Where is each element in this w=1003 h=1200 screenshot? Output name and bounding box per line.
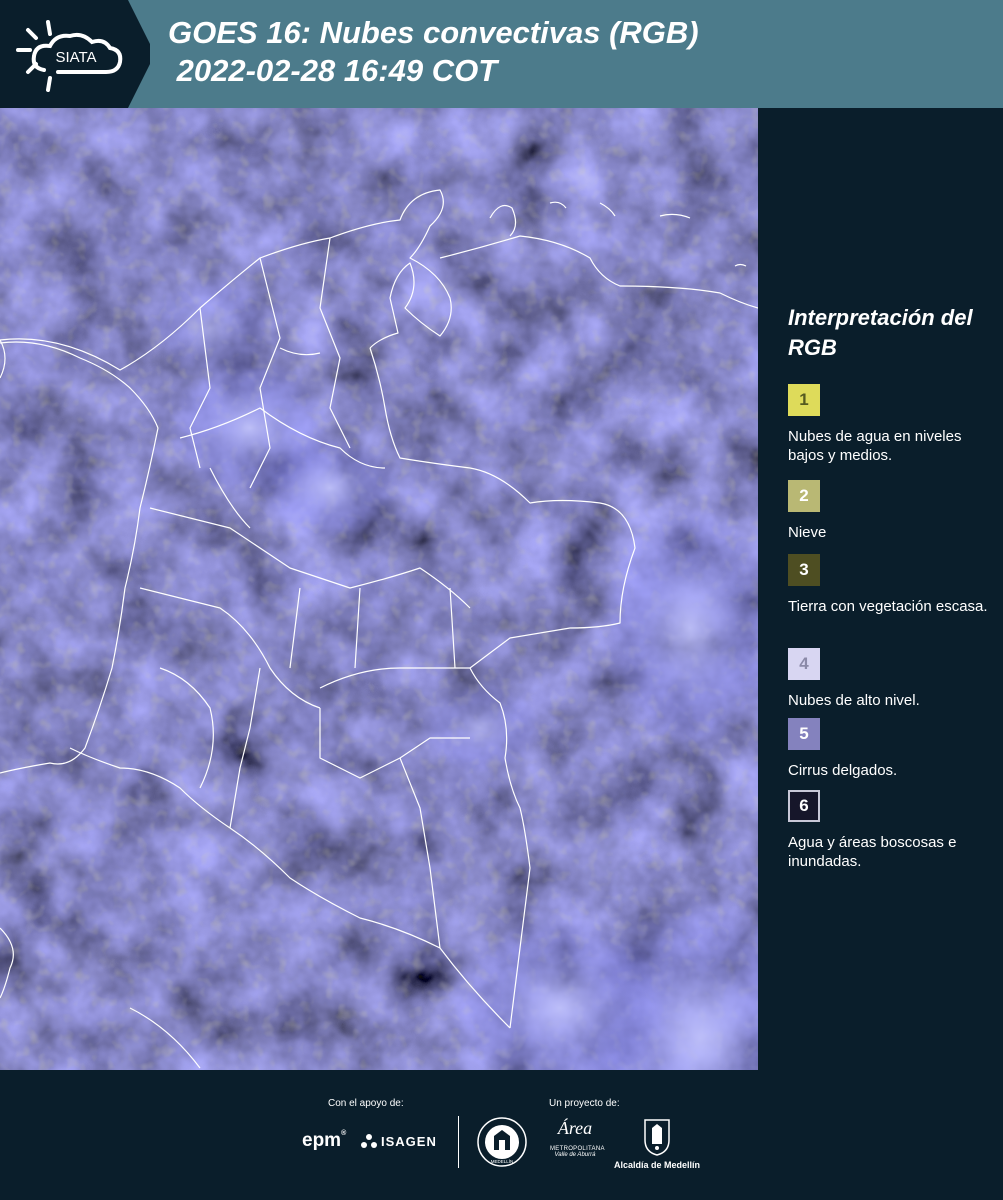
epm-logo-text: epm [302,1130,342,1151]
page-title: GOES 16: Nubes convectivas (RGB) 2022-02… [168,14,699,90]
alcaldia-logo: Alcaldía de Medellín [612,1118,702,1174]
area-line-2: Valle de Aburrá [554,1152,596,1158]
legend-panel: Interpretación del RGB 1 Nubes de agua e… [758,108,1003,1070]
seal-text: MEDELLÍN [491,1158,514,1164]
satellite-map [0,108,758,1070]
legend-item: 2 Nieve [788,480,998,542]
legend-swatch: 4 [788,648,820,680]
epm-logo: epm® [302,1130,347,1151]
title-line-1: GOES 16: Nubes convectivas (RGB) [168,15,699,50]
legend-swatch: 5 [788,718,820,750]
footer-divider [458,1116,459,1168]
siata-logo-text: SIATA [55,49,96,66]
footer: Con el apoyo de: Un proyecto de: epm® IS… [0,1070,1003,1200]
legend-swatch: 1 [788,384,820,416]
project-label: Un proyecto de: [549,1098,620,1109]
legend-item: 6 Agua y áreas boscosas e inundadas. [788,790,998,871]
legend-label: Nieve [788,524,827,541]
legend-label: Nubes de agua en niveles bajos y medios. [788,428,962,464]
legend-number: 4 [799,654,809,673]
alcaldia-text: Alcaldía de Medellín [613,1160,701,1170]
legend-title: Interpretación del RGB [788,305,973,360]
legend-label: Agua y áreas boscosas e inundadas. [788,834,957,870]
title-line-2: 2022-02-28 16:49 COT [168,53,498,88]
area-script-text: Área [557,1118,593,1138]
legend-number: 6 [799,796,809,815]
legend-label: Nubes de alto nivel. [788,692,920,709]
legend-number: 2 [799,486,809,505]
area-metropolitana-logo: Área METROPOLITANA Valle de Aburrá [550,1118,604,1170]
medellin-seal: MEDELLÍN [476,1116,528,1168]
coat-of-arms-icon [644,1119,670,1156]
legend-swatch: 2 [788,480,820,512]
legend-swatch: 3 [788,554,820,586]
legend-number: 3 [799,560,809,579]
legend-item: 1 Nubes de agua en niveles bajos y medio… [788,384,998,465]
legend-item: 3 Tierra con vegetación escasa. [788,554,998,616]
legend-swatch: 6 [788,790,820,822]
siata-logo: SIATA [0,0,155,108]
header-bar: SIATA GOES 16: Nubes convectivas (RGB) 2… [0,0,1003,108]
legend-item: 5 Cirrus delgados. [788,718,998,780]
isagen-mark-icon [361,1134,377,1148]
legend-label: Cirrus delgados. [788,762,898,779]
isagen-logo-text: ISAGEN [381,1133,437,1149]
legend-number: 5 [799,724,809,743]
support-label: Con el apoyo de: [328,1098,404,1109]
legend-item: 4 Nubes de alto nivel. [788,648,998,710]
legend-label: Tierra con vegetación escasa. [788,598,988,615]
isagen-logo: ISAGEN [360,1132,437,1150]
legend-number: 1 [799,390,809,409]
